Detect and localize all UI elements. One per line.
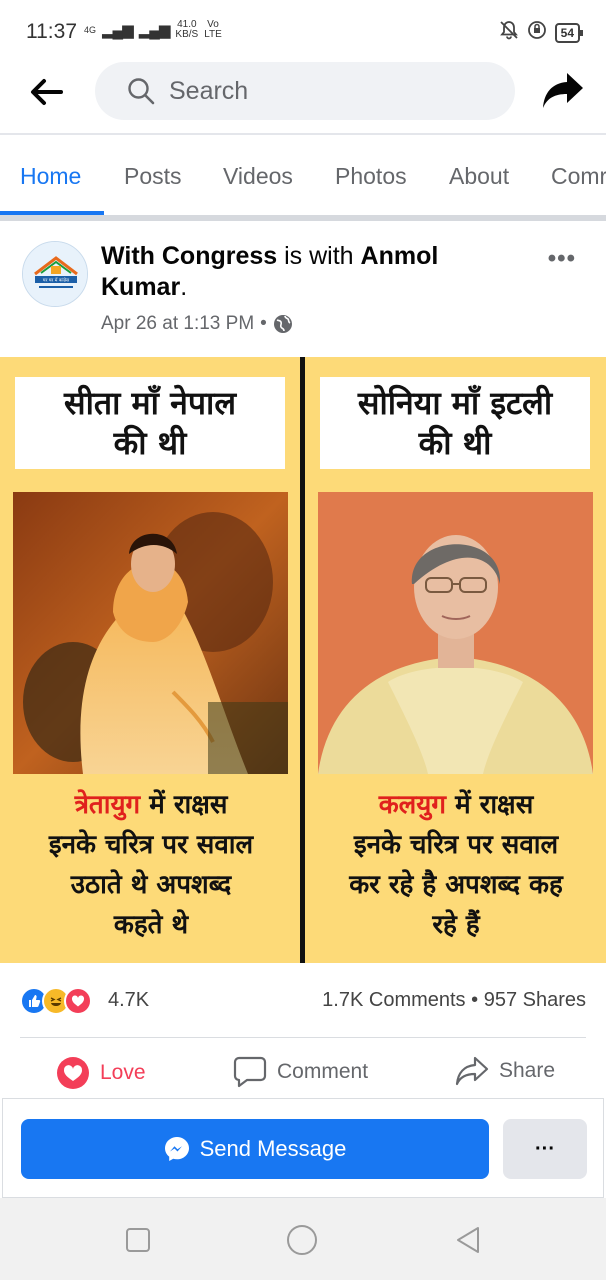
right-caption-line4: रहे हैं — [432, 910, 480, 940]
signal-icon: ▂▄▆ — [102, 22, 134, 39]
speed-unit: KB/S — [175, 29, 199, 40]
search-icon — [128, 78, 155, 105]
left-caption-line3: उठाते थे अपशब्द — [70, 870, 232, 900]
message-bar: Send Message ··· — [2, 1098, 604, 1198]
tab-community[interactable]: Comr — [551, 163, 606, 190]
back-button[interactable] — [22, 70, 72, 114]
status-icons: 54 — [499, 20, 584, 45]
sita-photo — [13, 492, 288, 774]
house-logo-icon: घर घर में कांग्रेस — [23, 242, 87, 306]
share-button[interactable]: Share — [455, 1056, 555, 1086]
right-era-label: कलयुग — [378, 790, 447, 820]
tab-posts[interactable]: Posts — [124, 163, 182, 190]
right-panel: सोनिया माँ इटली की थी कलयुग में राक्षस इ… — [305, 357, 606, 963]
love-button[interactable]: Love — [56, 1056, 146, 1090]
sonia-photo — [318, 492, 593, 774]
tab-photos[interactable]: Photos — [335, 163, 407, 190]
page-tabs: Home Posts Videos Photos About Comr — [0, 135, 606, 217]
left-caption-line2: इनके चरित्र पर सवाल — [48, 830, 254, 860]
share-icon — [455, 1056, 489, 1086]
right-headline-line1: सोनिया माँ इटली — [357, 384, 553, 422]
search-input[interactable]: Search — [95, 62, 515, 120]
avatar-text: घर घर में कांग्रेस — [43, 277, 70, 284]
battery-indicator: 54 — [554, 22, 584, 43]
network-speed: 41.0 KB/S — [175, 20, 198, 40]
right-caption: कलयुग में राक्षस इनके चरित्र पर सवाल कर … — [311, 785, 601, 945]
globe-icon — [273, 315, 292, 333]
right-caption-line1: में राक्षस — [446, 790, 534, 820]
send-message-button[interactable]: Send Message — [21, 1119, 489, 1179]
left-panel: सीता माँ नेपाल की थी त्रेतायुग में राक्ष… — [0, 357, 301, 963]
comments-count[interactable]: 1.7K Comments — [322, 989, 465, 1011]
left-headline-line1: सीता माँ नेपाल — [63, 384, 237, 422]
share-label: Share — [499, 1059, 556, 1082]
top-navigation: Search — [0, 62, 606, 134]
square-icon — [126, 1228, 150, 1252]
comment-button[interactable]: Comment — [233, 1056, 368, 1088]
mute-bell-icon — [499, 20, 519, 45]
page-avatar[interactable]: घर घर में कांग्रेस — [22, 241, 88, 307]
share-arrow-icon — [543, 73, 583, 108]
love-icon — [57, 1057, 89, 1089]
left-caption-line4: कहते थे — [113, 910, 189, 940]
volte-indicator: Vo LTE — [204, 20, 222, 40]
network-type: 4G — [84, 25, 97, 35]
send-message-label: Send Message — [199, 1136, 347, 1161]
more-options-button[interactable]: ··· — [503, 1119, 587, 1179]
left-caption-line1: में राक्षस — [140, 790, 228, 820]
title-period: . — [180, 273, 188, 301]
reaction-icons[interactable] — [20, 987, 92, 1015]
reactions-divider — [20, 1037, 586, 1038]
left-headline-box: सीता माँ नेपाल की थी — [15, 377, 285, 469]
left-caption: त्रेतायुग में राक्षस इनके चरित्र पर सवाल… — [6, 785, 296, 945]
data-saver-icon — [527, 20, 547, 45]
tab-videos[interactable]: Videos — [223, 163, 293, 190]
stats-separator: • — [471, 989, 479, 1011]
with-text: is with — [277, 242, 361, 270]
triangle-back-icon — [457, 1227, 479, 1253]
comment-label: Comment — [277, 1060, 369, 1083]
status-time: 11:37 — [26, 20, 77, 43]
post-meta: Apr 26 at 1:13 PM • — [101, 313, 293, 335]
post-options-button[interactable]: ••• — [548, 245, 576, 273]
share-page-button[interactable] — [538, 68, 588, 114]
left-headline-line2: की थी — [113, 424, 187, 462]
system-navigation-bar — [0, 1198, 606, 1280]
post-image[interactable]: सीता माँ नेपाल की थी त्रेतायुग में राक्ष… — [0, 357, 606, 963]
right-caption-line2: इनके चरित्र पर सवाल — [353, 830, 559, 860]
recent-apps-button[interactable] — [120, 1222, 156, 1258]
engagement-stats: 1.7K Comments • 957 Shares — [322, 989, 586, 1012]
comment-icon — [233, 1056, 267, 1088]
signal-icon-2: ▂▄▆ — [138, 22, 171, 39]
post-title: With Congress is with Anmol Kumar. — [101, 241, 501, 303]
post-actions: Love Comment Share — [0, 1040, 606, 1098]
lte-label: LTE — [204, 29, 222, 40]
page-name-link[interactable]: With Congress — [101, 242, 277, 270]
back-nav-button[interactable] — [450, 1222, 486, 1258]
love-reaction-icon — [64, 987, 92, 1015]
right-caption-line3: कर रहे है अपशब्द कह — [349, 870, 563, 900]
tab-about[interactable]: About — [449, 163, 509, 190]
reaction-count[interactable]: 4.7K — [108, 989, 149, 1012]
meta-separator: • — [260, 313, 267, 334]
messenger-icon — [164, 1137, 189, 1161]
reactions-summary: 4.7K 1.7K Comments • 957 Shares — [0, 963, 606, 1037]
home-button[interactable] — [284, 1222, 320, 1258]
network-status: 4G ▂▄▆ ▂▄▆ 41.0 KB/S Vo LTE — [84, 20, 222, 40]
post-header: घर घर में कांग्रेस With Congress is with… — [0, 221, 606, 357]
right-headline-line2: की थी — [418, 424, 492, 462]
post-timestamp[interactable]: Apr 26 at 1:13 PM — [101, 313, 254, 335]
love-label: Love — [100, 1061, 146, 1084]
circle-icon — [287, 1225, 317, 1255]
search-placeholder: Search — [169, 76, 249, 105]
back-arrow-icon — [31, 79, 63, 105]
right-headline-box: सोनिया माँ इटली की थी — [320, 377, 590, 469]
left-era-label: त्रेतायुग — [74, 790, 141, 820]
status-bar: 11:37 4G ▂▄▆ ▂▄▆ 41.0 KB/S Vo LTE 54 — [0, 0, 606, 62]
shares-count[interactable]: 957 Shares — [484, 989, 586, 1011]
tab-home[interactable]: Home — [20, 163, 81, 190]
